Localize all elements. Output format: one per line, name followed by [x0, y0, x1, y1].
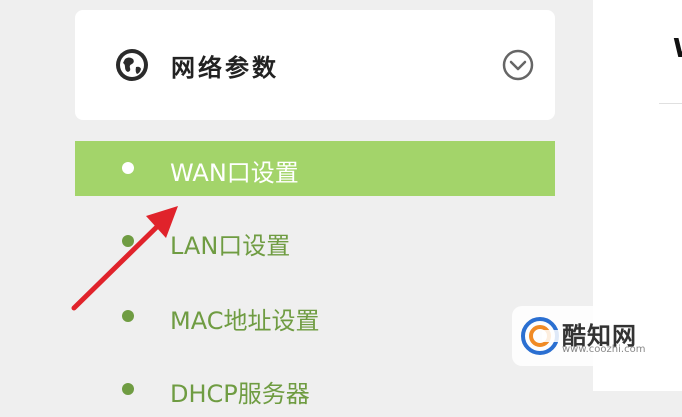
content-heading-fragment: W: [673, 34, 682, 64]
watermark-url: www.coozhi.com: [562, 344, 646, 355]
network-params-card[interactable]: 网络参数: [75, 10, 555, 120]
menu-item-label: DHCP服务器: [170, 380, 310, 408]
chevron-down-circle-icon[interactable]: [501, 48, 535, 82]
coozhi-logo-icon: [521, 317, 560, 355]
red-arrow-annotation: [71, 206, 178, 311]
section-title: 网络参数: [171, 54, 279, 82]
menu-item-label: MAC地址设置: [170, 307, 320, 335]
bullet-dot: [122, 383, 134, 395]
watermark: 酷知网 www.coozhi.com: [512, 306, 660, 366]
bullet-dot: [122, 162, 134, 174]
menu-item-label: WAN口设置: [170, 159, 299, 187]
globe-icon: [116, 49, 148, 81]
divider: [659, 103, 682, 104]
menu-item-dhcp-server[interactable]: DHCP服务器: [75, 362, 555, 417]
menu-item-wan-settings[interactable]: WAN口设置: [75, 141, 555, 196]
